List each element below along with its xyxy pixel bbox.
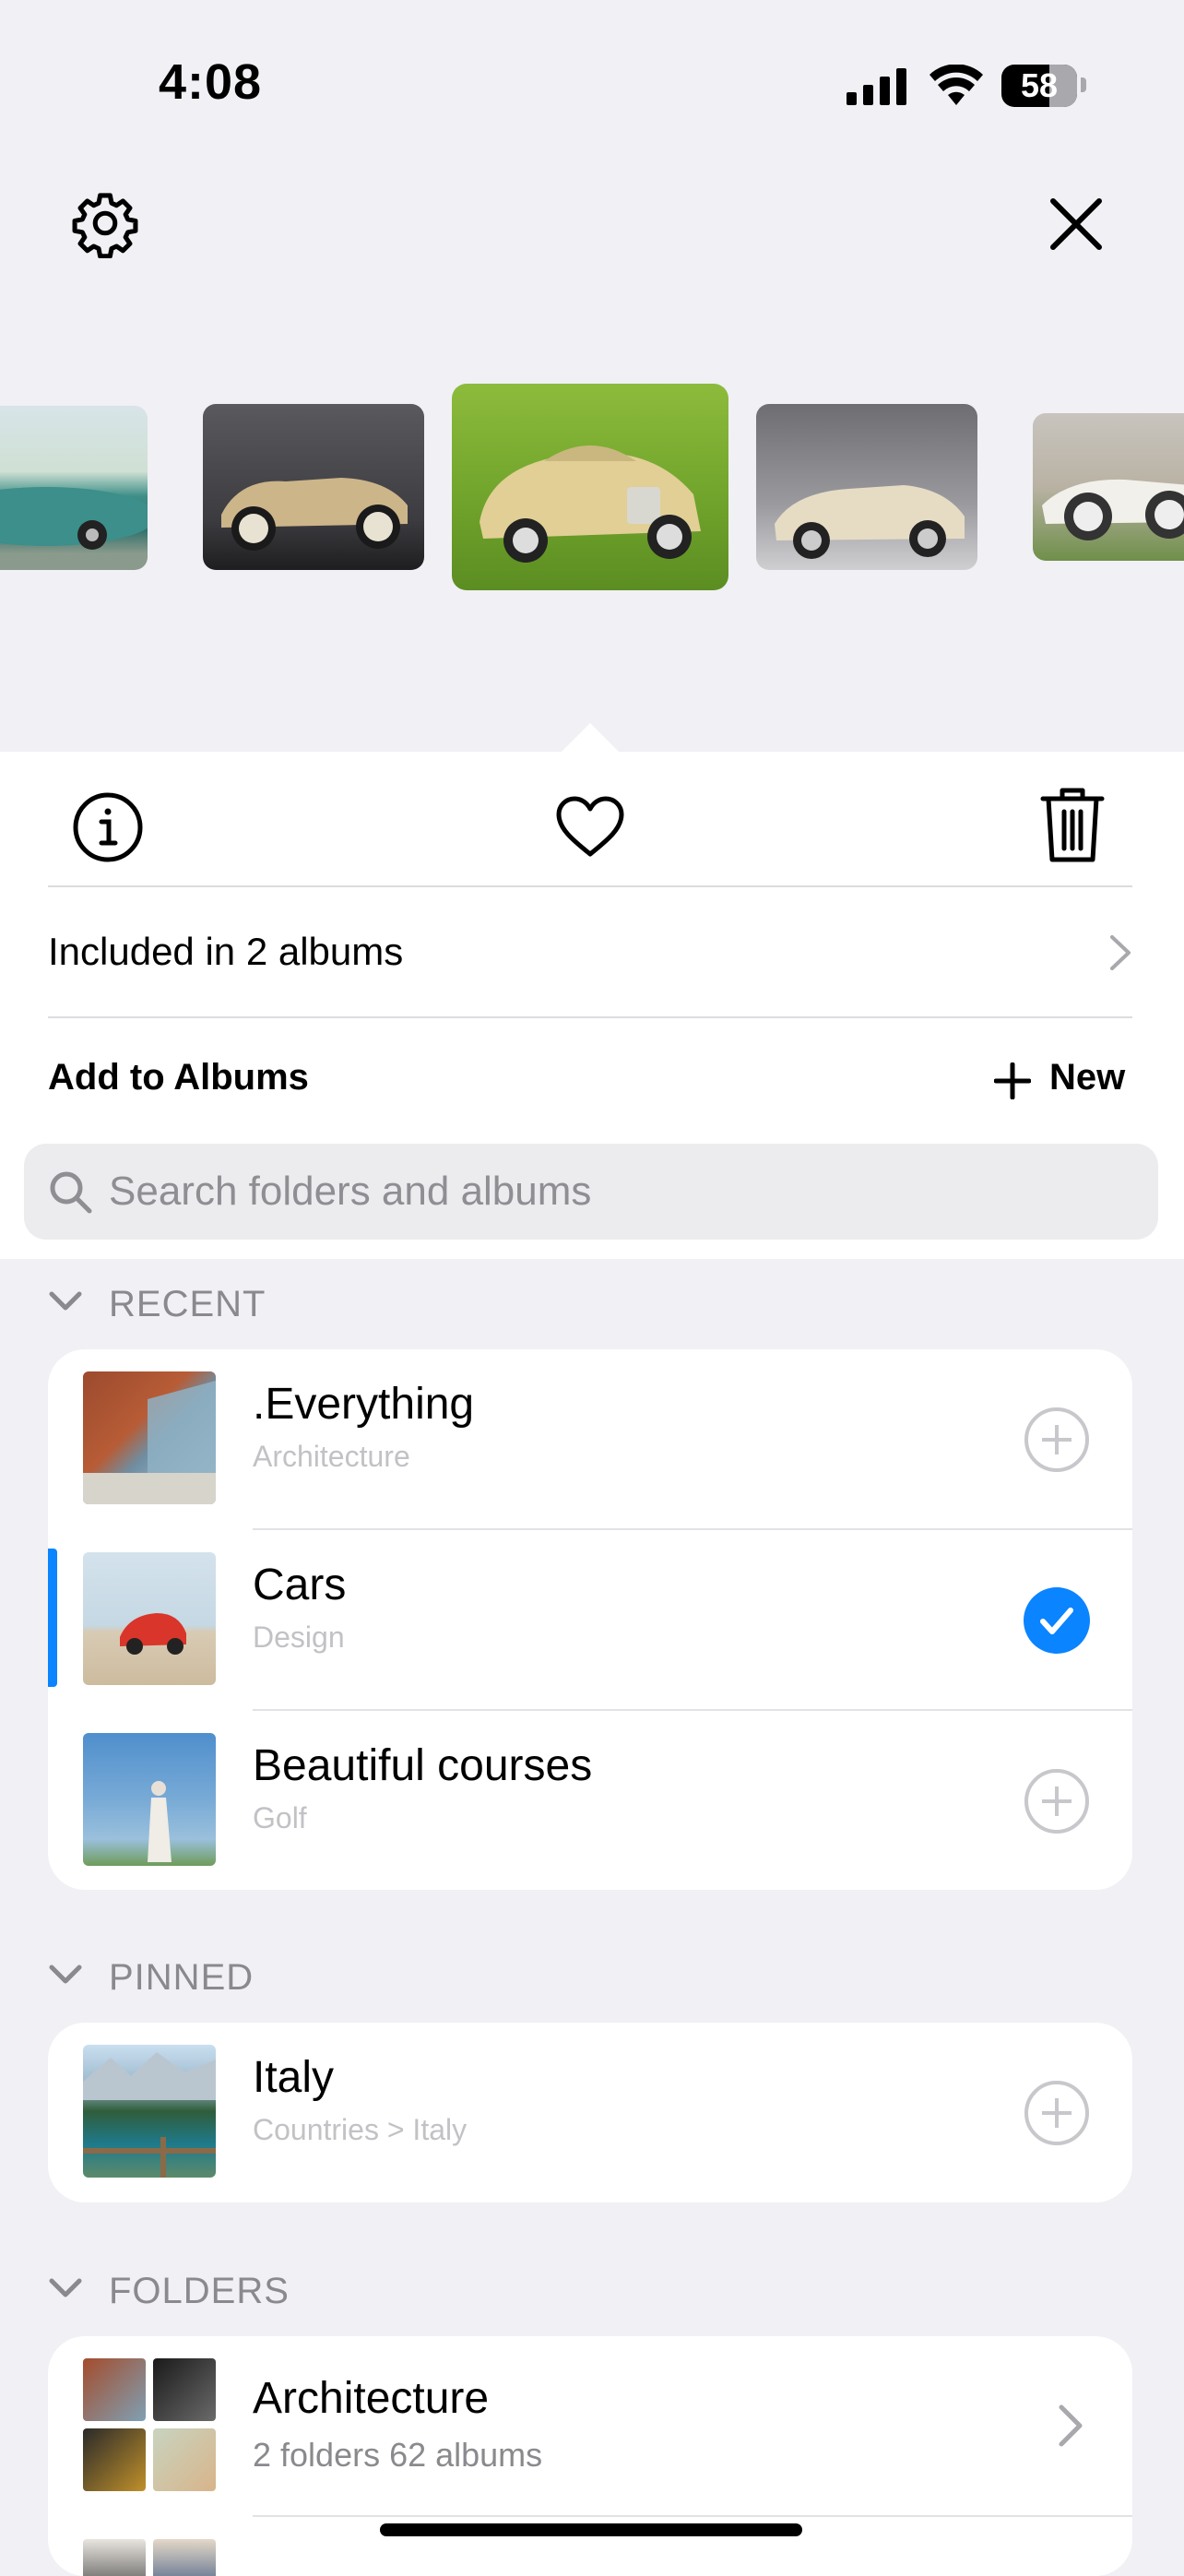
pinned-albums-card: Italy Countries > Italy: [48, 2023, 1132, 2202]
home-indicator: [380, 2523, 802, 2536]
folder-thumbnail-grid: [83, 2539, 216, 2576]
included-in-albums-label: Included in 2 albums: [48, 930, 404, 973]
search-input[interactable]: [109, 1144, 1123, 1240]
search-icon: [50, 1171, 92, 1214]
battery-indicator: 58: [1001, 65, 1077, 107]
album-thumbnail: [83, 2045, 216, 2178]
add-circle-icon[interactable]: [1024, 2080, 1090, 2146]
album-row[interactable]: .Everything Architecture: [48, 1349, 1132, 1530]
photo-thumbnail[interactable]: [0, 406, 148, 570]
trash-icon[interactable]: [1040, 786, 1105, 865]
album-row[interactable]: Italy Countries > Italy: [48, 2023, 1132, 2202]
photo-thumbnail-selected[interactable]: [452, 384, 728, 590]
folder-thumbnail-grid: [83, 2358, 216, 2491]
album-title: Beautiful courses: [253, 1741, 593, 1790]
chevron-down-icon: [49, 2278, 82, 2297]
album-title: Italy: [253, 2053, 335, 2102]
battery-level: 58: [1020, 66, 1059, 104]
section-label: FOLDERS: [109, 2271, 290, 2311]
close-icon[interactable]: [1048, 196, 1105, 253]
gear-icon[interactable]: [70, 188, 140, 258]
photo-thumbnail[interactable]: [1033, 413, 1184, 561]
album-subtitle: Architecture: [253, 1440, 410, 1473]
folder-row[interactable]: Architecture 2 folders 62 albums: [48, 2336, 1132, 2517]
album-title: .Everything: [253, 1380, 475, 1429]
section-label: PINNED: [109, 1957, 255, 1998]
checkmark-circle-icon[interactable]: [1024, 1587, 1090, 1654]
selection-pointer: [561, 723, 620, 753]
status-indicators: 58: [847, 63, 1086, 111]
album-subtitle: Golf: [253, 1801, 307, 1834]
album-title: Cars: [253, 1561, 347, 1609]
album-subtitle: Design: [253, 1620, 345, 1654]
chevron-right-icon: [1110, 935, 1131, 970]
info-icon[interactable]: [72, 791, 144, 863]
search-field[interactable]: [24, 1144, 1158, 1240]
album-subtitle: Countries > Italy: [253, 2113, 468, 2146]
album-row[interactable]: Beautiful courses Golf: [48, 1711, 1132, 1890]
photo-thumbnail[interactable]: [756, 404, 977, 570]
status-time: 4:08: [159, 54, 263, 110]
signal-icon: [847, 68, 906, 105]
album-thumbnail: [83, 1552, 216, 1685]
folder-subtitle: 2 folders 62 albums: [253, 2436, 543, 2474]
selection-indicator: [48, 1549, 57, 1687]
album-thumbnail: [83, 1733, 216, 1866]
plus-icon: [994, 1062, 1031, 1099]
included-in-albums-row[interactable]: Included in 2 albums: [48, 889, 1132, 1016]
wifi-icon: [929, 65, 983, 105]
add-to-albums-label: Add to Albums: [48, 1057, 309, 1098]
add-circle-icon[interactable]: [1024, 1407, 1090, 1473]
section-label: RECENT: [109, 1284, 266, 1324]
folders-card: Architecture 2 folders 62 albums: [48, 2336, 1132, 2576]
photo-thumbnail[interactable]: [203, 404, 424, 570]
chevron-down-icon: [49, 1965, 82, 1984]
add-circle-icon[interactable]: [1024, 1768, 1090, 1834]
album-thumbnail: [83, 1371, 216, 1504]
chevron-right-icon: [1059, 2404, 1083, 2447]
new-album-label: New: [1049, 1057, 1126, 1098]
heart-icon[interactable]: [555, 795, 625, 858]
folder-title: Architecture: [253, 2374, 490, 2423]
recent-albums-card: .Everything Architecture Cars Design Bea…: [48, 1349, 1132, 1890]
new-album-button[interactable]: New: [992, 1051, 1140, 1107]
album-row-selected[interactable]: Cars Design: [48, 1530, 1132, 1711]
chevron-down-icon: [49, 1291, 82, 1311]
